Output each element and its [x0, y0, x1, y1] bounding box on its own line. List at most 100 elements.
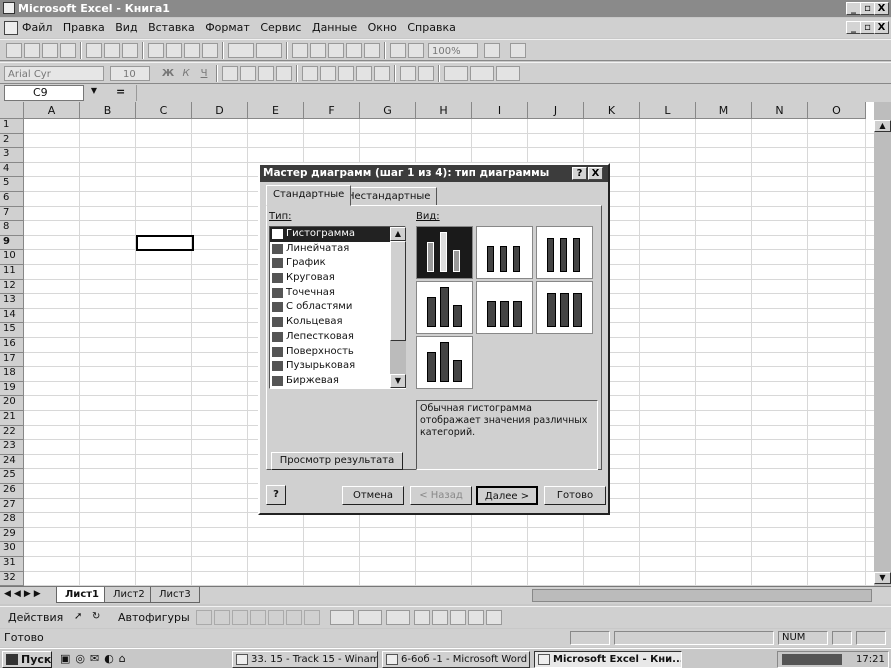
column-header[interactable]: O: [808, 102, 866, 119]
tab-standard[interactable]: Стандартные: [266, 185, 352, 206]
row-header[interactable]: 11: [0, 265, 24, 280]
dialog-close-button[interactable]: X: [588, 167, 603, 180]
menu-format[interactable]: Формат: [205, 18, 250, 38]
doc-close-button[interactable]: X: [874, 21, 889, 34]
zoom-box[interactable]: 100%: [428, 43, 478, 58]
tab-custom[interactable]: Нестандартные: [340, 187, 438, 206]
row-header[interactable]: 13: [0, 294, 24, 309]
row-header[interactable]: 12: [0, 279, 24, 295]
name-box-dropdown-icon[interactable]: ▼: [88, 86, 100, 100]
fill-color-icon[interactable]: [470, 66, 494, 81]
column-header[interactable]: M: [696, 102, 752, 119]
chart-subtype-thumbnail[interactable]: [536, 226, 593, 279]
decrease-decimal-icon[interactable]: [374, 66, 390, 81]
row-header[interactable]: 1: [0, 119, 24, 134]
row-header[interactable]: 31: [0, 557, 24, 572]
chart-subtype-thumbnail[interactable]: [416, 336, 473, 389]
chart-type-item[interactable]: Линейчатая: [270, 242, 405, 257]
column-header[interactable]: I: [472, 102, 528, 119]
task-excel[interactable]: Microsoft Excel - Кни...: [534, 651, 682, 668]
chart-type-item[interactable]: Лепестковая: [270, 330, 405, 345]
cancel-button[interactable]: Отмена: [342, 486, 404, 505]
actions-menu[interactable]: Действия: [8, 611, 63, 624]
menu-insert[interactable]: Вставка: [148, 18, 195, 38]
horizontal-scrollbar[interactable]: [532, 589, 872, 602]
chart-subtype-thumbnail[interactable]: [476, 281, 533, 334]
column-header[interactable]: B: [80, 102, 136, 119]
task-word[interactable]: 6-6об -1 - Microsoft Word: [382, 651, 530, 668]
task-winamp[interactable]: 33. 15 - Track 15 - Winamp: [232, 651, 378, 668]
column-header[interactable]: F: [304, 102, 360, 119]
list-scroll-up-icon[interactable]: ▲: [390, 227, 406, 241]
row-header[interactable]: 23: [0, 440, 24, 455]
decrease-indent-icon[interactable]: [400, 66, 416, 81]
save-icon[interactable]: [42, 43, 58, 58]
minimize-button[interactable]: _: [846, 2, 861, 15]
row-header[interactable]: 4: [0, 162, 24, 178]
tab-sheet3[interactable]: Лист3: [150, 587, 200, 603]
cut-icon[interactable]: [148, 43, 164, 58]
chart-subtype-thumbnail[interactable]: [416, 281, 473, 334]
underline-button[interactable]: Ч: [196, 66, 212, 81]
row-header[interactable]: 32: [0, 571, 24, 586]
menu-data[interactable]: Данные: [312, 18, 357, 38]
open-icon[interactable]: [24, 43, 40, 58]
workbook-icon[interactable]: [4, 21, 18, 35]
row-header[interactable]: 15: [0, 323, 24, 338]
column-header[interactable]: A: [24, 102, 80, 119]
column-header[interactable]: N: [752, 102, 808, 119]
3d-icon[interactable]: [486, 610, 502, 625]
increase-indent-icon[interactable]: [418, 66, 434, 81]
row-header[interactable]: 7: [0, 206, 24, 222]
paste-icon[interactable]: [184, 43, 200, 58]
sort-desc-icon[interactable]: [364, 43, 380, 58]
sort-asc-icon[interactable]: [346, 43, 362, 58]
undo-icon[interactable]: [228, 43, 254, 58]
row-header[interactable]: 27: [0, 498, 24, 514]
menu-file[interactable]: Файл: [22, 18, 52, 38]
thousands-icon[interactable]: [338, 66, 354, 81]
row-header[interactable]: 2: [0, 133, 24, 149]
increase-decimal-icon[interactable]: [356, 66, 372, 81]
quick-launch-icons[interactable]: ▣◎✉◐⌂: [60, 652, 131, 665]
scroll-down-icon[interactable]: ▼: [874, 572, 891, 584]
chart-type-item[interactable]: Биржевая: [270, 374, 405, 388]
chart-subtype-thumbnail[interactable]: [476, 226, 533, 279]
merge-center-icon[interactable]: [276, 66, 292, 81]
chart-type-item[interactable]: Поверхность: [270, 345, 405, 360]
rectangle-icon[interactable]: [232, 610, 248, 625]
currency-icon[interactable]: [302, 66, 318, 81]
row-header[interactable]: 21: [0, 411, 24, 426]
column-header[interactable]: E: [248, 102, 304, 119]
line-icon[interactable]: [196, 610, 212, 625]
borders-icon[interactable]: [444, 66, 468, 81]
draw-fill-color-icon[interactable]: [330, 610, 354, 625]
print-icon[interactable]: [86, 43, 102, 58]
chart-subtype-grid[interactable]: [416, 226, 596, 390]
menu-window[interactable]: Окно: [368, 18, 397, 38]
row-header[interactable]: 18: [0, 367, 24, 382]
chart-type-item[interactable]: С областями: [270, 300, 405, 315]
italic-button[interactable]: К: [178, 66, 194, 81]
menu-view[interactable]: Вид: [115, 18, 137, 38]
column-header[interactable]: D: [192, 102, 248, 119]
start-button[interactable]: Пуск: [2, 651, 52, 668]
chart-type-list[interactable]: Гистограмма Линейчатая График Круговая Точеч…: [269, 226, 406, 389]
maximize-button[interactable]: ▫: [860, 2, 875, 15]
bold-button[interactable]: Ж: [160, 66, 176, 81]
dialog-help-button[interactable]: ?: [572, 167, 587, 180]
dash-style-icon[interactable]: [432, 610, 448, 625]
chart-type-item[interactable]: График: [270, 256, 405, 271]
line-color-icon[interactable]: [358, 610, 382, 625]
chart-type-item[interactable]: Кольцевая: [270, 315, 405, 330]
type-list-scrollbar[interactable]: ▲ ▼: [390, 227, 406, 388]
menu-tools[interactable]: Сервис: [260, 18, 301, 38]
hyperlink-icon[interactable]: [292, 43, 308, 58]
function-icon[interactable]: [328, 43, 344, 58]
align-right-icon[interactable]: [258, 66, 274, 81]
chart-wizard-icon[interactable]: [390, 43, 406, 58]
name-box[interactable]: C9: [4, 85, 84, 101]
column-header[interactable]: C: [136, 102, 192, 119]
textbox-icon[interactable]: [268, 610, 284, 625]
doc-restore-button[interactable]: ▫: [860, 21, 875, 34]
